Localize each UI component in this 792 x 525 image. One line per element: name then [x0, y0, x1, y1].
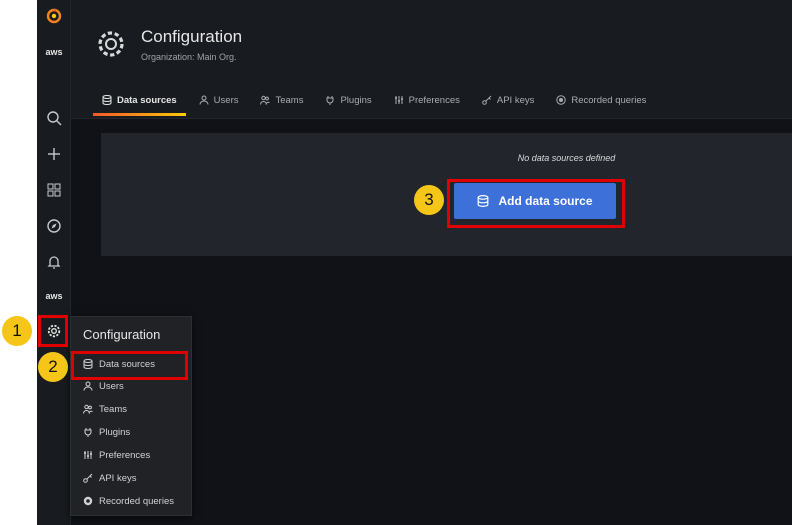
page-title: Configuration — [141, 27, 243, 46]
aws-label: aws — [45, 291, 63, 301]
menu-item-teams[interactable]: Teams — [71, 399, 191, 419]
menu-item-plugins[interactable]: Plugins — [71, 422, 191, 442]
step-number: 2 — [48, 357, 58, 376]
highlight-box-data-sources — [71, 351, 188, 380]
users-icon — [260, 95, 271, 105]
step-badge-1: 1 — [2, 316, 32, 346]
plug-icon — [326, 96, 334, 105]
users-icon — [83, 404, 93, 414]
database-icon — [102, 95, 112, 105]
tab-data-sources[interactable]: Data sources — [93, 88, 186, 116]
menu-item-recorded-queries[interactable]: Recorded queries — [71, 491, 191, 511]
menu-item-preferences[interactable]: Preferences — [71, 445, 191, 465]
tab-label: Teams — [275, 94, 304, 106]
config-tabs: Data sources Users Teams Plugins Prefere… — [93, 88, 792, 116]
tab-recorded-queries[interactable]: Recorded queries — [547, 88, 655, 112]
page-header: Configuration Organization: Main Org. Da… — [71, 0, 792, 119]
gear-icon — [95, 28, 127, 60]
aws-icon[interactable]: aws — [42, 40, 66, 64]
user-icon — [199, 95, 209, 105]
menu-item-label: Preferences — [99, 449, 151, 461]
tab-label: Plugins — [340, 94, 372, 106]
tab-label: API keys — [496, 94, 535, 106]
menu-item-label: Teams — [99, 403, 127, 415]
page-subtitle: Organization: Main Org. — [141, 52, 237, 62]
key-icon — [482, 95, 492, 105]
tab-teams[interactable]: Teams — [251, 88, 312, 112]
tab-label: Users — [213, 94, 239, 106]
record-icon — [556, 95, 567, 105]
tab-plugins[interactable]: Plugins — [316, 88, 380, 112]
key-icon — [83, 473, 93, 483]
record-icon — [83, 496, 93, 506]
grafana-logo-icon[interactable] — [42, 4, 66, 28]
menu-item-label: Plugins — [99, 426, 131, 438]
step-badge-3: 3 — [414, 185, 444, 215]
step-number: 1 — [12, 321, 22, 340]
sliders-icon — [84, 451, 92, 459]
dashboards-icon[interactable] — [42, 178, 66, 202]
configuration-dropdown-menu: Configuration Data sources Users Teams P… — [70, 316, 192, 516]
plug-icon — [84, 428, 92, 437]
menu-item-label: Users — [99, 380, 124, 392]
aws-icon[interactable]: aws — [42, 284, 66, 308]
search-icon[interactable] — [42, 106, 66, 130]
menu-item-label: API keys — [99, 472, 137, 484]
tab-api-keys[interactable]: API keys — [473, 88, 544, 112]
highlight-box-add-data-source — [447, 179, 625, 228]
plus-icon[interactable] — [42, 142, 66, 166]
empty-message: No data sources defined — [517, 153, 616, 163]
menu-item-label: Recorded queries — [99, 495, 174, 507]
side-menu: aws aws — [37, 0, 71, 525]
tab-users[interactable]: Users — [190, 88, 248, 112]
user-icon — [83, 381, 93, 391]
step-number: 3 — [424, 190, 434, 209]
tab-label: Recorded queries — [571, 94, 647, 106]
menu-title[interactable]: Configuration — [83, 327, 160, 342]
explore-icon[interactable] — [42, 214, 66, 238]
tab-label: Preferences — [408, 94, 460, 106]
sliders-icon — [394, 96, 403, 104]
tab-preferences[interactable]: Preferences — [385, 88, 469, 112]
highlight-box-gear — [38, 315, 68, 347]
menu-item-api-keys[interactable]: API keys — [71, 468, 191, 488]
alerting-icon[interactable] — [42, 250, 66, 274]
aws-label: aws — [45, 47, 63, 57]
step-badge-2: 2 — [38, 352, 68, 382]
tab-label: Data sources — [117, 94, 177, 106]
